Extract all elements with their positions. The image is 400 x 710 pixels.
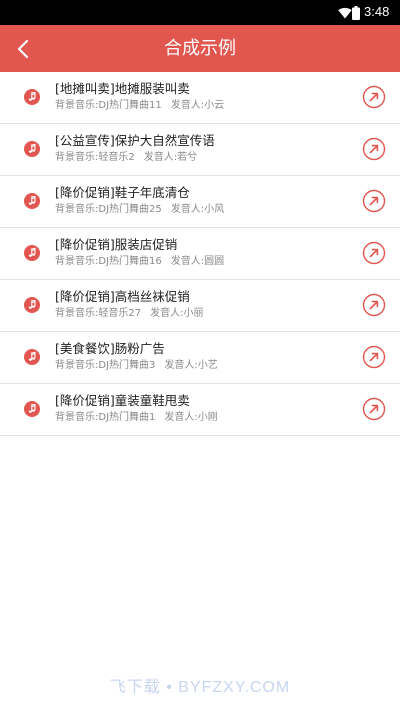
- item-meta: 背景音乐:DJ热门舞曲1 发音人:小刚: [55, 411, 218, 425]
- arrow-up-right-circle-icon[interactable]: [362, 397, 386, 421]
- list-item[interactable]: [公益宣传]保护大自然宣传语背景音乐:轻音乐2 发音人:若兮: [0, 124, 400, 176]
- music-note-icon: [24, 245, 40, 261]
- arrow-up-right-circle-icon[interactable]: [362, 241, 386, 265]
- speaker-label: 发音人:圆圆: [170, 256, 225, 267]
- speaker-label: 发音人:小艺: [164, 360, 218, 371]
- item-meta: 背景音乐:轻音乐27 发音人:小丽: [55, 307, 203, 321]
- background-music-label: 背景音乐:DJ热门舞曲25: [55, 204, 162, 215]
- item-title: [降价促销]童装童鞋甩卖: [55, 393, 190, 408]
- arrow-up-right-circle-icon[interactable]: [362, 189, 386, 213]
- arrow-up-right-circle-icon[interactable]: [362, 345, 386, 369]
- background-music-label: 背景音乐:轻音乐2: [55, 152, 135, 163]
- item-meta: 背景音乐:DJ热门舞曲16 发音人:圆圆: [55, 255, 224, 269]
- watermark: 飞下载 • BYFZXY.COM: [109, 679, 291, 696]
- list-item[interactable]: [降价促销]服装店促销背景音乐:DJ热门舞曲16 发音人:圆圆: [0, 228, 400, 280]
- music-note-icon: [24, 141, 40, 157]
- sample-list: [地摊叫卖]地摊服装叫卖背景音乐:DJ热门舞曲11 发音人:小云 [公益宣传]保护大…: [0, 72, 400, 436]
- chevron-left-icon: [17, 39, 29, 59]
- list-item[interactable]: [降价促销]高档丝袜促销背景音乐:轻音乐27 发音人:小丽: [0, 280, 400, 332]
- music-note-icon: [24, 401, 40, 417]
- speaker-label: 发音人:若兮: [143, 152, 198, 163]
- status-bar: 3:48: [0, 0, 400, 25]
- item-meta: 背景音乐:轻音乐2 发音人:若兮: [55, 151, 197, 165]
- arrow-up-right-circle-icon[interactable]: [362, 293, 386, 317]
- speaker-label: 发音人:小云: [170, 100, 225, 111]
- music-note-icon: [24, 297, 40, 313]
- item-title: [美食餐饮]肠粉广告: [55, 341, 165, 356]
- wifi-icon: [338, 4, 352, 23]
- music-note-icon: [24, 349, 40, 365]
- back-button[interactable]: [6, 31, 42, 67]
- item-title: [地摊叫卖]地摊服装叫卖: [55, 81, 190, 96]
- item-meta: 背景音乐:DJ热门舞曲25 发音人:小风: [55, 203, 224, 217]
- list-item[interactable]: [降价促销]鞋子年底清仓背景音乐:DJ热门舞曲25 发音人:小风: [0, 176, 400, 228]
- background-music-label: 背景音乐:DJ热门舞曲3: [55, 360, 156, 371]
- clock-time: 3:48: [364, 4, 390, 19]
- item-meta: 背景音乐:DJ热门舞曲11 发音人:小云: [55, 99, 224, 113]
- music-note-icon: [24, 193, 40, 209]
- item-meta: 背景音乐:DJ热门舞曲3 发音人:小艺: [55, 359, 218, 373]
- music-note-icon: [24, 89, 40, 105]
- arrow-up-right-circle-icon[interactable]: [362, 85, 386, 109]
- item-title: [降价促销]服装店促销: [55, 237, 178, 252]
- list-item[interactable]: [美食餐饮]肠粉广告背景音乐:DJ热门舞曲3 发音人:小艺: [0, 332, 400, 384]
- background-music-label: 背景音乐:轻音乐27: [55, 308, 142, 319]
- list-item[interactable]: [地摊叫卖]地摊服装叫卖背景音乐:DJ热门舞曲11 发音人:小云: [0, 72, 400, 124]
- item-title: [降价促销]高档丝袜促销: [55, 289, 190, 304]
- background-music-label: 背景音乐:DJ热门舞曲1: [55, 412, 156, 423]
- speaker-label: 发音人:小丽: [150, 308, 204, 319]
- battery-icon: [352, 5, 360, 20]
- item-title: [公益宣传]保护大自然宣传语: [55, 133, 215, 148]
- list-item[interactable]: [降价促销]童装童鞋甩卖背景音乐:DJ热门舞曲1 发音人:小刚: [0, 384, 400, 436]
- background-music-label: 背景音乐:DJ热门舞曲16: [55, 256, 162, 267]
- speaker-label: 发音人:小风: [170, 204, 225, 215]
- speaker-label: 发音人:小刚: [164, 412, 218, 423]
- background-music-label: 背景音乐:DJ热门舞曲11: [55, 100, 162, 111]
- page-title: 合成示例: [164, 38, 236, 59]
- app-bar: 合成示例: [0, 25, 400, 72]
- arrow-up-right-circle-icon[interactable]: [362, 137, 386, 161]
- item-title: [降价促销]鞋子年底清仓: [55, 185, 190, 200]
